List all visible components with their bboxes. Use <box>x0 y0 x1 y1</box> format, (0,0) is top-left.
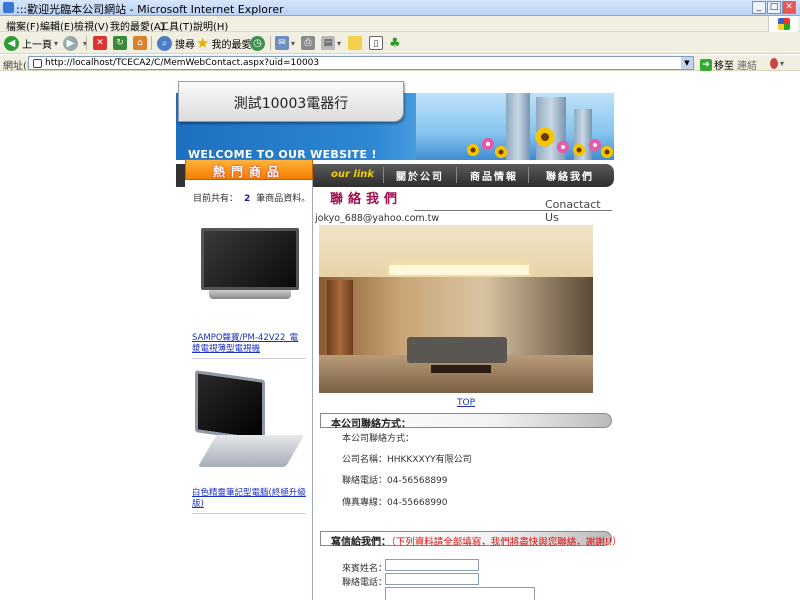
menu-file[interactable]: 檔案(F) <box>6 18 40 33</box>
address-url: http://localhost/TCECA2/C/MemWebContact.… <box>45 58 320 68</box>
window-title: :::歡迎光臨本公司網站 - Microsoft Internet Explor… <box>16 3 284 16</box>
product-count: 目前共有： 2 筆商品資料。 <box>193 194 311 204</box>
product-sidebar: 目前共有： 2 筆商品資料。 SAMPO聲寶/PM-42V22_電漿電視薄型電視機 … <box>185 180 313 600</box>
back-button[interactable]: ◀ 上一頁 ▾ <box>4 35 58 51</box>
links-label[interactable]: 連結 <box>737 57 757 72</box>
home-button[interactable]: ⌂ <box>133 35 147 51</box>
favorites-button[interactable]: ★ 我的最愛 <box>196 34 251 52</box>
contact-main: 聯絡我們 Conactact Us jokyo_688@yahoo.com.tw… <box>314 180 622 600</box>
research-icon: ▯ <box>369 36 383 50</box>
contact-email: jokyo_688@yahoo.com.tw <box>315 213 440 224</box>
site-page: WELCOME TO OUR WEBSITE ! 測試10003電器行 熱門商品… <box>176 72 622 600</box>
phone-input[interactable] <box>385 573 479 585</box>
title-bar: :::歡迎光臨本公司網站 - Microsoft Internet Explor… <box>0 0 800 16</box>
showroom-photo <box>319 225 593 393</box>
maximize-button[interactable]: □ <box>767 1 781 14</box>
menu-help[interactable]: 說明(H) <box>193 18 228 33</box>
history-button[interactable]: ◷ <box>250 35 268 51</box>
product-image-laptop[interactable] <box>193 370 305 477</box>
site-title: 測試10003電器行 <box>233 96 349 112</box>
minimize-button[interactable]: _ <box>752 1 766 14</box>
site-title-box: 測試10003電器行 <box>178 81 404 122</box>
product-link-laptop[interactable]: 白色精靈筆記型電腦(終極升級版) <box>192 488 306 510</box>
forward-button[interactable]: ▶ ▾ <box>63 35 87 51</box>
search-button[interactable]: ⌕ 搜尋 <box>157 35 195 51</box>
address-bar: 網址(D) http://localhost/TCECA2/C/MemWebCo… <box>0 55 800 72</box>
print-icon: ⎙ <box>301 36 315 50</box>
links-chevron-icon[interactable]: ▾ <box>770 57 784 69</box>
menu-view[interactable]: 檢視(V) <box>74 18 109 33</box>
research-button[interactable]: ▯ <box>369 35 383 51</box>
company-name: 公司名稱：HHKKXXYY有限公司 <box>342 455 472 465</box>
menu-bar: 檔案(F) 編輯(E) 檢視(V) 我的最愛(A) 工具(T) 說明(H) <box>0 16 800 33</box>
back-arrow-icon: ◀ <box>4 35 19 51</box>
name-label: 來賓姓名： <box>342 564 388 574</box>
print-button[interactable]: ⎙ <box>301 35 315 51</box>
forward-arrow-icon: ▶ <box>63 35 78 51</box>
contact-info-header: 本公司聯絡方式： <box>320 413 612 430</box>
address-input[interactable]: http://localhost/TCECA2/C/MemWebContact.… <box>28 56 694 70</box>
product-image-tv[interactable] <box>201 228 299 304</box>
toolbar: ◀ 上一頁 ▾ ▶ ▾ ✕ ↻ ⌂ ⌕ 搜尋 ★ 我的最愛 ◷ ✉ ▾ ⎙ ▤ ▾ ▯ ♣ <box>0 32 800 54</box>
messenger-icon: ♣ <box>389 35 401 51</box>
name-input[interactable] <box>385 559 479 571</box>
mail-us-header: 寫信給我們：（下列資料請全部填寫，我們將盡快與您聯絡，謝謝!!） <box>320 531 622 548</box>
message-input[interactable] <box>385 587 535 600</box>
edit-button[interactable]: ▤ ▾ <box>321 35 341 51</box>
windows-logo-icon <box>768 16 798 32</box>
info-line: 本公司聯絡方式： <box>342 434 415 444</box>
product-link-tv[interactable]: SAMPO聲寶/PM-42V22_電漿電視薄型電視機 <box>192 333 306 355</box>
mail-button[interactable]: ✉ ▾ <box>275 35 295 51</box>
edit-icon: ▤ <box>321 36 335 50</box>
go-arrow-icon: ➔ <box>700 58 712 71</box>
go-button[interactable]: ➔ 移至 <box>700 57 734 72</box>
web-content: WELCOME TO OUR WEBSITE ! 測試10003電器行 熱門商品… <box>0 72 800 600</box>
stop-icon: ✕ <box>93 36 107 50</box>
stop-button[interactable]: ✕ <box>93 35 107 51</box>
search-icon: ⌕ <box>157 35 172 51</box>
address-dropdown[interactable]: ▼ <box>681 57 693 69</box>
home-icon: ⌂ <box>133 36 147 50</box>
contact-heading: 聯絡我們 <box>330 192 403 207</box>
discuss-button[interactable] <box>348 35 362 51</box>
note-icon <box>348 36 362 50</box>
close-button[interactable]: ✕ <box>782 1 796 14</box>
contact-heading-en: Conactact Us <box>545 198 601 224</box>
top-link[interactable]: TOP <box>457 398 475 408</box>
refresh-button[interactable]: ↻ <box>113 35 127 51</box>
ie-icon <box>3 2 14 13</box>
hot-products-header: 熱門商品 <box>185 159 313 180</box>
page-icon <box>33 59 42 68</box>
mail-note: （下列資料請全部填寫，我們將盡快與您聯絡，謝謝!!） <box>391 537 622 548</box>
hot-products-title: 熱門商品 <box>212 165 285 179</box>
nav-brand: our link <box>331 169 375 180</box>
menu-favorites[interactable]: 我的最愛(A) <box>110 18 165 33</box>
refresh-icon: ↻ <box>113 36 127 50</box>
contact-fax: 傳真專線：04-55668990 <box>342 498 448 508</box>
history-icon: ◷ <box>250 35 265 51</box>
menu-tools[interactable]: 工具(T) <box>159 18 193 33</box>
messenger-button[interactable]: ♣ <box>389 35 401 51</box>
phone-label: 聯絡電話： <box>342 578 388 588</box>
menu-edit[interactable]: 編輯(E) <box>40 18 74 33</box>
contact-phone: 聯絡電話：04-56568899 <box>342 476 448 486</box>
mail-icon: ✉ <box>275 36 289 50</box>
star-icon: ★ <box>196 34 210 52</box>
